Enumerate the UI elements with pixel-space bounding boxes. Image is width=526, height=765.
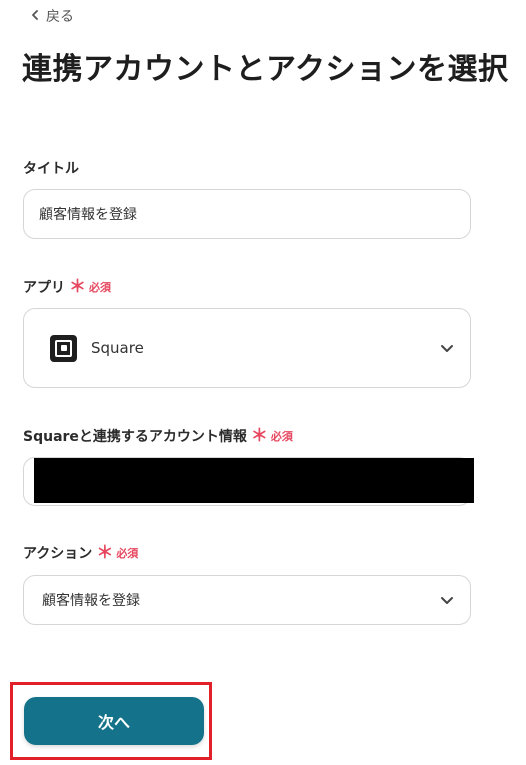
chevron-down-icon[interactable] [440,596,454,605]
account-required-text: 必須 [270,430,293,443]
action-label-text: アクション [23,546,93,562]
next-button[interactable]: 次へ [24,697,204,745]
action-select[interactable]: 顧客情報を登録 [23,575,471,625]
app-select[interactable]: Square [23,308,471,388]
required-asterisk-icon: ＊ [69,276,86,297]
square-logo-icon [50,334,77,362]
action-required-text: 必須 [116,547,139,560]
back-label: 戻る [46,9,74,25]
page-title: 連携アカウントとアクションを選択 [22,52,509,87]
title-field-box [23,189,471,239]
app-required-text: 必須 [89,281,111,294]
required-asterisk-icon: ＊ [250,425,268,446]
app-select-row[interactable]: Square [24,309,470,387]
title-label-text: タイトル [23,161,79,177]
app-field-label: アプリ ＊ 必須 [23,277,111,297]
redacted-account-block [34,458,474,503]
required-asterisk-icon: ＊ [96,542,114,563]
title-field-label: タイトル [23,158,79,178]
action-select-row[interactable]: 顧客情報を登録 [24,576,470,624]
chevron-left-icon [30,8,40,24]
action-field-label: アクション ＊ 必須 [23,543,138,563]
account-field-label: Squareと連携するアカウント情報 ＊ 必須 [23,426,293,446]
title-input[interactable] [24,190,470,238]
chevron-down-icon[interactable] [440,344,454,353]
back-link[interactable]: 戻る [30,5,74,27]
action-select-value: 顧客情報を登録 [42,593,140,609]
account-label-text: Squareと連携するアカウント情報 [23,429,247,445]
app-select-value: Square [91,339,144,357]
app-label-text: アプリ [23,280,65,296]
